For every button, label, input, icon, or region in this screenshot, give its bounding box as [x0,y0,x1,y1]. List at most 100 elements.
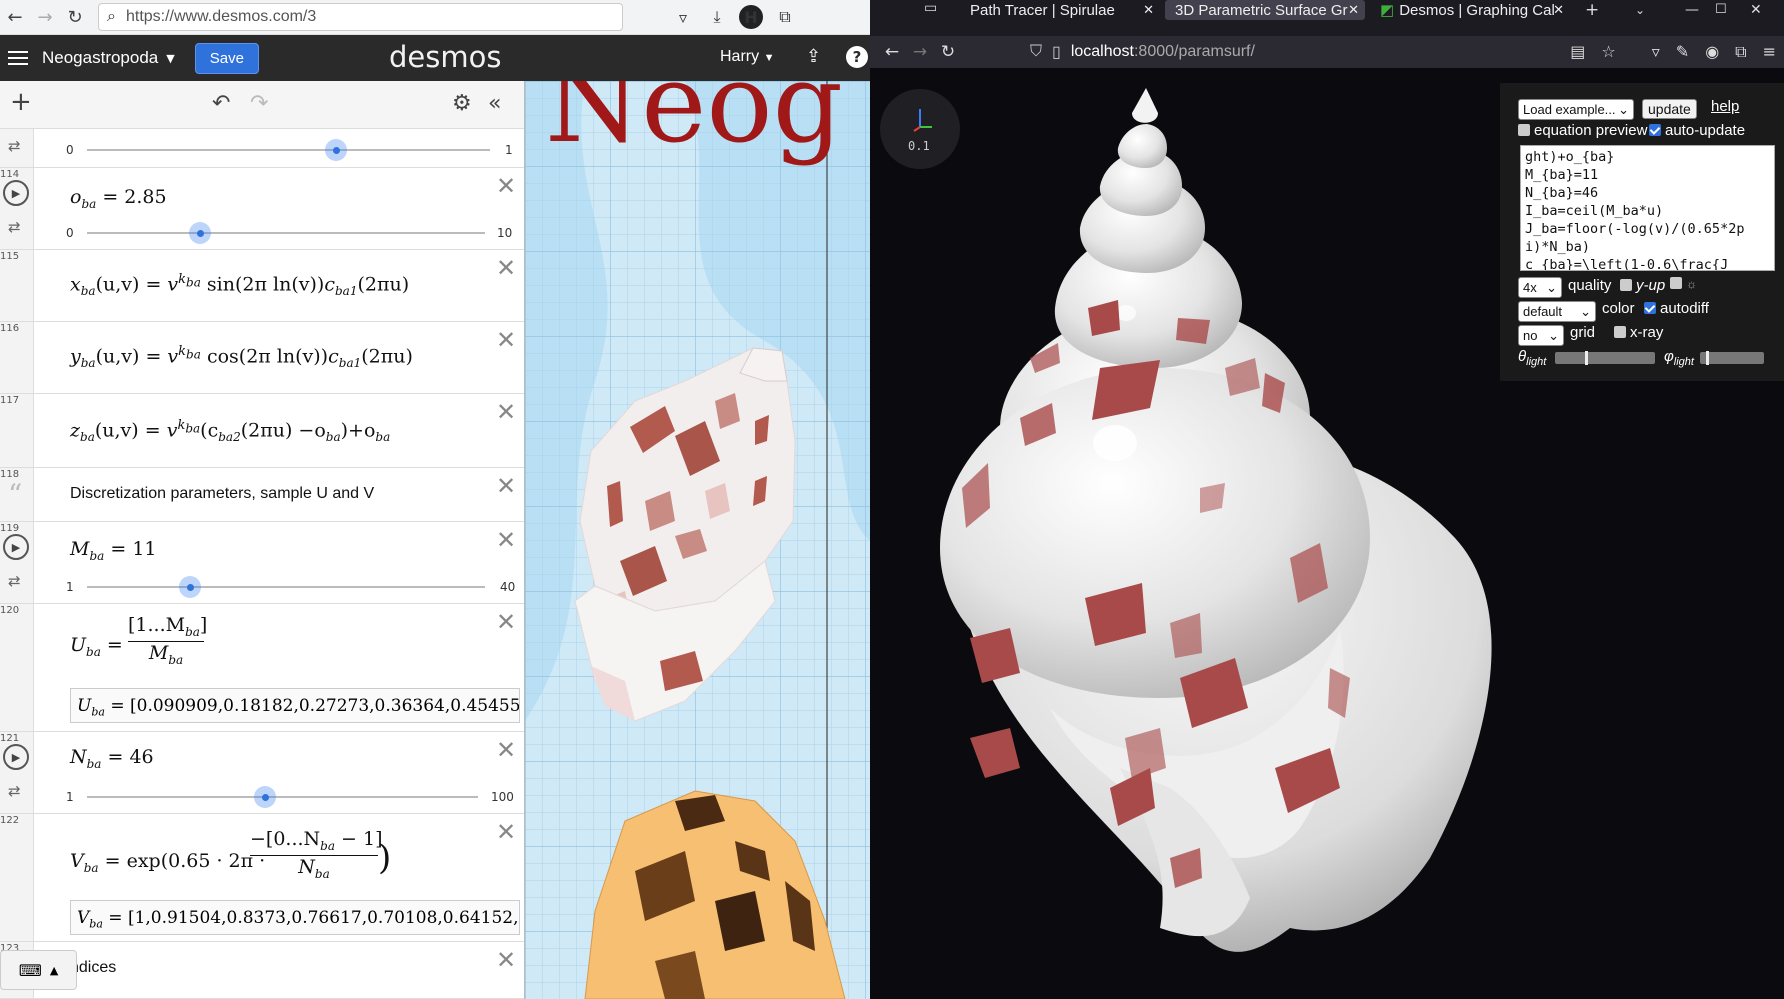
loop-icon[interactable]: ⇄ [8,218,21,236]
delete-expression-icon[interactable]: ✕ [496,818,516,846]
undo-icon[interactable]: ↶ [212,91,230,116]
expression-122[interactable]: 122 Vba = exp(0.65 · 2π · −[0...Nba − 1]… [0,814,524,942]
slider-knob[interactable] [179,576,201,598]
delete-expression-icon[interactable]: ✕ [496,172,516,200]
slider-min[interactable]: 1 [66,790,74,804]
autodiff-checkbox[interactable]: autodiff [1644,300,1709,317]
help-button[interactable]: ? [846,46,868,68]
reload-icon[interactable]: ↻ [60,2,90,32]
address-bar[interactable]: ⛉ ▯ localhost:8000/paramsurf/ [1030,36,1255,68]
expression-115[interactable]: 115 xba(u,v) = vkba sin(2π ln(v))cba1(2π… [0,250,524,322]
slider-track[interactable] [87,796,478,798]
delete-expression-icon[interactable]: ✕ [496,254,516,282]
slider-knob[interactable] [325,139,347,161]
share-icon[interactable]: ⇪ [806,46,821,67]
tab-desmos[interactable]: ◩ Desmos | Graphing Cal ✕ [1370,0,1570,20]
new-tab-icon[interactable]: + [1585,0,1599,20]
slider-max[interactable]: 40 [500,580,515,594]
menu-icon[interactable] [8,51,28,65]
fraction[interactable]: −[0...Nba − 1] Nba [250,828,383,881]
address-bar[interactable]: ⌕ https://www.desmos.com/3 [98,3,623,31]
download-icon[interactable]: ⤓ [705,5,729,29]
slider-track[interactable] [87,149,490,151]
expression-121[interactable]: 121 ▶ ⇄ Nba = 46 ✕ 1 100 [0,732,524,814]
graph-menu-chevron-icon[interactable]: ▼ [166,52,174,65]
x-ray-checkbox[interactable]: x-ray [1614,324,1663,341]
menu-icon[interactable]: ≡ [1763,42,1776,62]
reader-view-icon[interactable]: ▤ [1570,42,1585,62]
add-item-icon[interactable]: + [10,87,32,117]
expression-117[interactable]: 117 zba(u,v) = vkba(cba2(2πu) −oba)+oba … [0,394,524,468]
forward-icon[interactable]: → [30,2,60,32]
play-icon[interactable]: ▶ [3,534,29,560]
play-icon[interactable]: ▶ [3,180,29,206]
quality-select[interactable]: 4x ⌄ [1518,277,1562,298]
expression-math[interactable]: oba = 2.85 [70,186,167,211]
keyboard-toggle[interactable]: ⌨ ▲ [0,950,77,990]
graph-canvas[interactable]: Neog [525,81,870,999]
expression-123-note[interactable]: 123 ndices ✕ [0,942,524,999]
update-button[interactable]: update [1642,99,1697,119]
collapse-panel-icon[interactable]: « [488,91,501,116]
pocket-icon[interactable]: ▿ [671,5,695,29]
forward-icon[interactable]: → [906,42,934,62]
close-tab-icon[interactable]: ✕ [1553,2,1564,18]
expression-math[interactable]: yba(u,v) = vkba cos(2π ln(v))cba1(2πu) [70,344,413,370]
user-menu[interactable]: Harry ▼ [720,48,774,66]
expression-math[interactable]: Nba = 46 [70,746,154,771]
axes-indicator[interactable]: 0.1 [880,89,960,169]
checkbox-unchecked[interactable] [1614,326,1626,338]
tab-paramsurf[interactable]: 3D Parametric Surface Gr ✕ [1165,0,1365,20]
fraction[interactable]: [1...Mba] Mba [128,614,207,667]
minimize-icon[interactable]: — [1685,0,1699,20]
checkbox-unchecked[interactable] [1620,279,1632,291]
gear-icon[interactable]: ⚙ [452,91,472,116]
extensions-icon[interactable]: ⧉ [1735,42,1746,62]
delete-expression-icon[interactable]: ✕ [496,526,516,554]
delete-expression-icon[interactable]: ✕ [496,326,516,354]
expression-118-note[interactable]: 118 “ Discretization parameters, sample U… [0,468,524,522]
equation-input[interactable]: ght)+o_{ba} M_{ba}=11 N_{ba}=46 I_ba=cei… [1520,145,1775,271]
expression-math[interactable]: Mba = 11 [70,538,157,563]
tab-path-tracer[interactable]: Path Tracer | Spirulae ✕ [960,0,1160,20]
close-tab-icon[interactable]: ✕ [1143,2,1154,18]
y-up-checkbox[interactable]: y-up [1620,277,1665,294]
loop-icon[interactable]: ⇄ [8,137,21,155]
slider-max[interactable]: 1 [505,143,513,157]
delete-expression-icon[interactable]: ✕ [496,472,516,500]
example-select[interactable]: Load example... ⌄ [1518,99,1634,120]
delete-expression-icon[interactable]: ✕ [496,398,516,426]
chevron-down-icon[interactable]: ⌄ [1635,0,1645,20]
slider-min[interactable]: 0 [66,226,74,240]
delete-expression-icon[interactable]: ✕ [496,608,516,636]
grid-select[interactable]: no ⌄ [1518,325,1564,346]
slider-track[interactable] [87,232,485,234]
auto-update-checkbox[interactable]: auto-update [1649,122,1745,139]
back-icon[interactable]: ← [0,2,30,32]
checkbox-checked[interactable] [1644,302,1656,314]
profile-icon[interactable]: H [739,5,763,29]
slider-max[interactable]: 100 [491,790,514,804]
back-icon[interactable]: ← [878,42,906,62]
expression-math[interactable]: xba(u,v) = vkba sin(2π ln(v))cba1(2πu) [70,272,409,298]
redo-icon[interactable]: ↷ [250,91,268,116]
expression-math[interactable]: Vba = exp(0.65 · 2π · [70,850,265,875]
delete-expression-icon[interactable]: ✕ [496,946,516,974]
checkbox-unchecked[interactable] [1670,277,1682,289]
close-tab-icon[interactable]: ✕ [1348,2,1359,18]
expression-113[interactable]: ⇄ 0 1 [0,129,524,168]
phi-light-slider[interactable] [1700,351,1764,365]
equation-preview-checkbox[interactable]: equation preview [1518,122,1647,139]
expression-120[interactable]: 120 Uba = [1...Mba] Mba ✕ Uba = [0.090909… [0,604,524,732]
checkbox-unchecked[interactable] [1518,124,1530,136]
expression-116[interactable]: 116 yba(u,v) = vkba cos(2π ln(v))cba1(2π… [0,322,524,394]
note-text[interactable]: Discretization parameters, sample U and … [70,485,374,503]
tab-list-icon[interactable]: ▭ [924,0,937,16]
pocket-icon[interactable]: ▿ [1652,42,1660,62]
slider-knob[interactable] [189,222,211,244]
expression-math[interactable]: zba(u,v) = vkba(cba2(2πu) −oba)+oba [70,418,390,444]
delete-expression-icon[interactable]: ✕ [496,736,516,764]
checkbox-checked[interactable] [1649,124,1661,136]
loop-icon[interactable]: ⇄ [8,572,21,590]
expression-114[interactable]: 114 ▶ ⇄ oba = 2.85 ✕ 0 10 [0,168,524,250]
